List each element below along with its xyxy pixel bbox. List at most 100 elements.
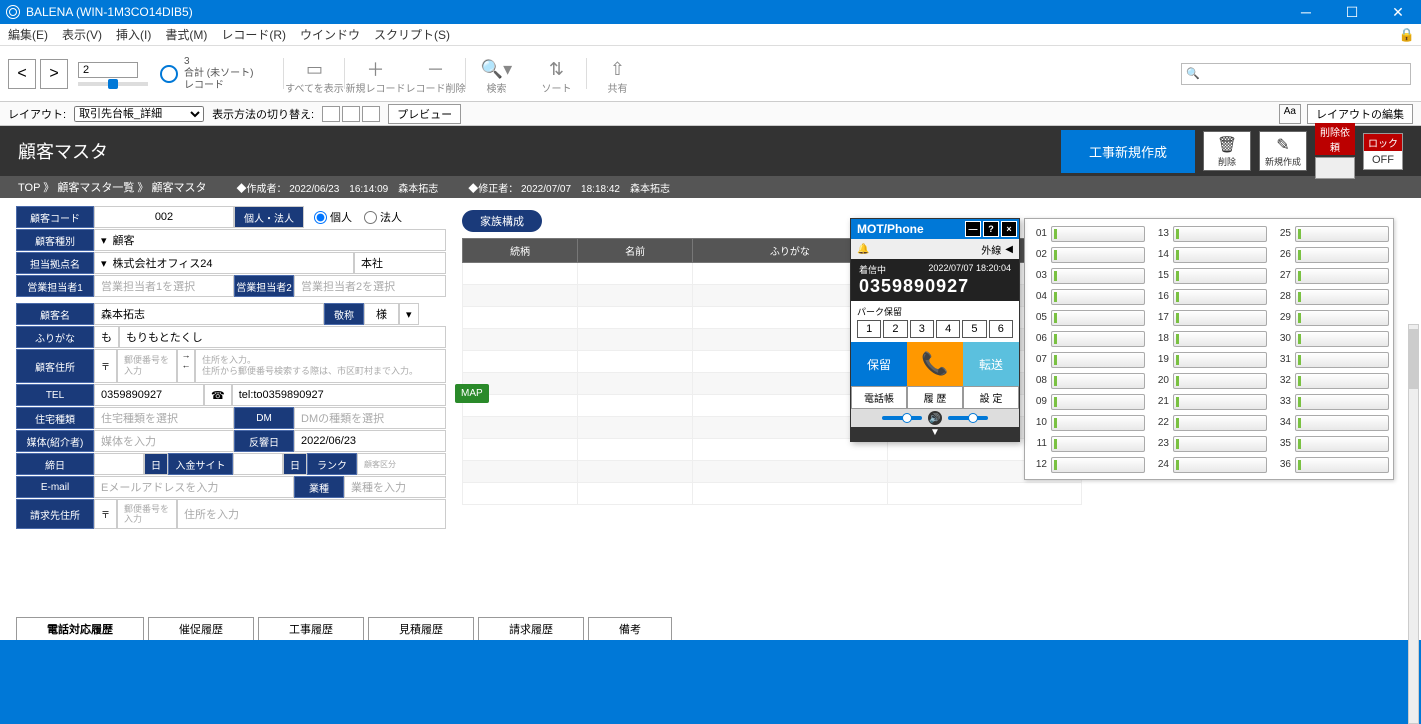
tel-input[interactable]: [94, 384, 204, 406]
menu-format[interactable]: 書式(M): [165, 26, 207, 43]
menu-edit[interactable]: 編集(E): [8, 26, 48, 43]
nav-next-button[interactable]: >: [40, 59, 68, 89]
mot-titlebar[interactable]: MOT/Phone — ? ×: [851, 219, 1019, 239]
call-button[interactable]: 📞: [907, 342, 963, 386]
line-row[interactable]: 30: [1273, 328, 1389, 349]
title-value[interactable]: 様: [364, 303, 399, 325]
view-table-button[interactable]: [362, 106, 380, 122]
industry-input[interactable]: 業種を入力: [344, 476, 446, 498]
park-button-5[interactable]: 5: [962, 320, 986, 338]
share-button[interactable]: ⇧共有: [587, 52, 647, 95]
line-row[interactable]: 10: [1029, 412, 1145, 433]
line-row[interactable]: 26: [1273, 244, 1389, 265]
line-row[interactable]: 28: [1273, 286, 1389, 307]
line-row[interactable]: 32: [1273, 370, 1389, 391]
line-row[interactable]: 20: [1151, 370, 1267, 391]
line-row[interactable]: 12: [1029, 454, 1145, 475]
radio-individual[interactable]: 個人: [314, 209, 352, 225]
dm-select[interactable]: DMの種類を選択: [294, 407, 446, 429]
create-work-button[interactable]: 工事新規作成: [1061, 130, 1195, 173]
line-row[interactable]: 15: [1151, 265, 1267, 286]
maximize-button[interactable]: ☐: [1329, 0, 1375, 24]
sales1-select[interactable]: 営業担当者1を選択: [94, 275, 234, 297]
house-select[interactable]: 住宅種類を選択: [94, 407, 234, 429]
line-row[interactable]: 02: [1029, 244, 1145, 265]
line-row[interactable]: 01: [1029, 223, 1145, 244]
line-row[interactable]: 07: [1029, 349, 1145, 370]
sort-button[interactable]: ⇅ソート: [526, 52, 586, 95]
mot-help[interactable]: ?: [983, 221, 999, 237]
line-row[interactable]: 29: [1273, 307, 1389, 328]
line-row[interactable]: 31: [1273, 349, 1389, 370]
line-row[interactable]: 18: [1151, 328, 1267, 349]
chevron-left-icon[interactable]: ◀: [1005, 244, 1013, 255]
menu-window[interactable]: ウインドウ: [300, 26, 360, 43]
menu-record[interactable]: レコード(R): [221, 26, 286, 43]
mot-expand[interactable]: ▼: [851, 427, 1019, 441]
view-list-button[interactable]: [342, 106, 360, 122]
line-row[interactable]: 16: [1151, 286, 1267, 307]
media-input[interactable]: 媒体を入力: [94, 430, 234, 452]
new-button[interactable]: ✎新規作成: [1259, 131, 1307, 171]
line-row[interactable]: 24: [1151, 454, 1267, 475]
bill-postal-input[interactable]: 郵便番号を入力: [117, 499, 177, 529]
name-input[interactable]: [94, 303, 324, 325]
record-slider[interactable]: [78, 62, 148, 86]
tab-notes[interactable]: 備考: [588, 617, 672, 640]
line-row[interactable]: 36: [1273, 454, 1389, 475]
search-button[interactable]: 🔍▾検索: [466, 52, 526, 95]
tab-work[interactable]: 工事履歴: [258, 617, 364, 640]
kind-value[interactable]: ▾ 顧客: [94, 229, 446, 251]
tab-call-history[interactable]: 電話対応履歴: [16, 617, 144, 640]
preview-button[interactable]: プレビュー: [388, 104, 461, 124]
mot-phone-window[interactable]: MOT/Phone — ? × 🔔 外線 ◀ 着信中2022/07/07 18:…: [850, 218, 1020, 442]
line-row[interactable]: 25: [1273, 223, 1389, 244]
mot-volume[interactable]: 🔊: [851, 409, 1019, 427]
mot-settings[interactable]: 設 定: [963, 386, 1019, 409]
close-button[interactable]: ✕: [1375, 0, 1421, 24]
new-record-button[interactable]: ＋新規レコード: [345, 52, 405, 95]
park-button-3[interactable]: 3: [910, 320, 934, 338]
line-row[interactable]: 09: [1029, 391, 1145, 412]
mot-close[interactable]: ×: [1001, 221, 1017, 237]
paysite-input[interactable]: [233, 453, 283, 475]
radio-corporate[interactable]: 法人: [364, 209, 402, 225]
postal-input[interactable]: 郵便番号を入力: [117, 349, 177, 383]
delete-button[interactable]: 🗑削除: [1203, 131, 1251, 171]
line-row[interactable]: 22: [1151, 412, 1267, 433]
location-branch[interactable]: 本社: [354, 252, 446, 274]
line-row[interactable]: 13: [1151, 223, 1267, 244]
park-button-6[interactable]: 6: [989, 320, 1013, 338]
phone-icon[interactable]: ☎: [204, 384, 232, 406]
menu-view[interactable]: 表示(V): [62, 26, 102, 43]
line-row[interactable]: 19: [1151, 349, 1267, 370]
tel-link[interactable]: tel:to0359890927: [232, 384, 446, 406]
record-number-input[interactable]: [78, 62, 138, 78]
park-button-1[interactable]: 1: [857, 320, 881, 338]
park-button-2[interactable]: 2: [883, 320, 907, 338]
breadcrumb[interactable]: TOP 》 顧客マスタ一覧 》 顧客マスタ: [18, 179, 206, 195]
map-button[interactable]: MAP: [455, 384, 489, 403]
line-row[interactable]: 06: [1029, 328, 1145, 349]
address-input[interactable]: 住所を入力。住所から郵便番号検索する際は、市区町村まで入力。: [195, 349, 446, 383]
edit-layout-button[interactable]: レイアウトの編集: [1307, 104, 1413, 124]
response-date[interactable]: 2022/06/23: [294, 430, 446, 452]
text-size-button[interactable]: Aa: [1279, 104, 1301, 124]
email-input[interactable]: Eメールアドレスを入力: [94, 476, 294, 498]
table-row[interactable]: [463, 483, 1082, 505]
minimize-button[interactable]: ─: [1283, 0, 1329, 24]
quick-search-input[interactable]: 🔍: [1181, 63, 1411, 85]
line-row[interactable]: 04: [1029, 286, 1145, 307]
delete-request[interactable]: 削除依頼: [1315, 123, 1355, 179]
lock-toggle[interactable]: ロックOFF: [1363, 133, 1403, 170]
menu-script[interactable]: スクリプト(S): [374, 26, 450, 43]
mot-minimize[interactable]: —: [965, 221, 981, 237]
line-row[interactable]: 34: [1273, 412, 1389, 433]
person-type-button[interactable]: 個人・法人: [234, 206, 304, 228]
mot-contacts[interactable]: 電話帳: [851, 386, 907, 409]
line-row[interactable]: 11: [1029, 433, 1145, 454]
close-day-input[interactable]: [94, 453, 144, 475]
line-row[interactable]: 08: [1029, 370, 1145, 391]
tab-reminder[interactable]: 催促履歴: [148, 617, 254, 640]
scrollbar[interactable]: [1408, 324, 1419, 724]
